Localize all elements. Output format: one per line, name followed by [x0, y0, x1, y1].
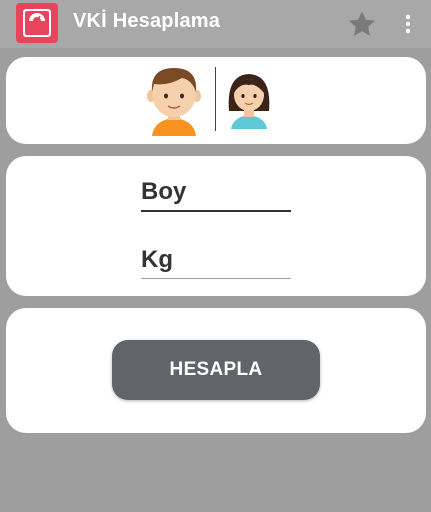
action-card: HESAPLA [6, 308, 426, 433]
height-underline [141, 210, 291, 212]
app-bar: VKİ Hesaplama [0, 0, 431, 48]
female-avatar-icon[interactable] [226, 71, 272, 129]
gender-card [6, 57, 426, 144]
scale-icon [16, 3, 58, 43]
overflow-menu-button[interactable] [400, 10, 416, 38]
app-title: VKİ Hesaplama [73, 10, 221, 32]
weight-field[interactable]: Kg [141, 244, 291, 279]
calculate-button[interactable]: HESAPLA [112, 340, 320, 400]
gender-divider [215, 67, 216, 131]
star-icon [348, 11, 376, 36]
male-avatar-icon[interactable] [146, 64, 202, 136]
height-field[interactable]: Boy [141, 176, 291, 212]
height-input[interactable]: Boy [141, 176, 291, 208]
favorite-button[interactable] [346, 8, 378, 40]
weight-input[interactable]: Kg [141, 244, 291, 276]
more-vert-icon [405, 14, 411, 34]
measurement-card: Boy Kg [6, 156, 426, 296]
weight-underline [141, 278, 291, 279]
